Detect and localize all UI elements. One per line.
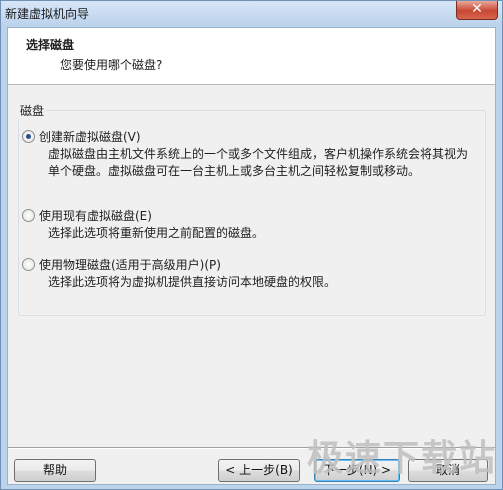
page-title: 选择磁盘 [26,38,75,52]
help-button[interactable]: 帮助 [14,459,96,482]
close-button[interactable]: ✕ [456,1,498,20]
wizard-window: 新建虚拟机向导 ✕ 选择磁盘 您要使用哪个磁盘? 磁盘 创建新虚拟磁盘(V) 虚… [0,0,503,490]
option-label-use-physical-disk[interactable]: 使用物理磁盘(适用于高级用户)(P) [39,256,221,273]
cancel-button[interactable]: 取消 [408,459,488,482]
radio-create-new-disk[interactable] [22,130,35,143]
radio-use-existing-disk[interactable] [22,209,35,222]
option-desc-create-new-disk: 虚拟磁盘由主机文件系统上的一个或多个文件组成，客户机操作系统会将其视为单个硬盘。… [48,147,469,178]
title-bar[interactable]: 新建虚拟机向导 ✕ [1,1,502,25]
radio-use-physical-disk[interactable] [22,258,35,271]
option-label-use-existing-disk[interactable]: 使用现有虚拟磁盘(E) [39,207,152,224]
dialog-body: 选择磁盘 您要使用哪个磁盘? 磁盘 创建新虚拟磁盘(V) 虚拟磁盘由主机文件系统… [7,27,496,485]
window-title: 新建虚拟机向导 [5,7,90,21]
wizard-header: 选择磁盘 您要使用哪个磁盘? [8,28,495,85]
footer-divider [8,447,495,449]
next-button[interactable]: 下一步(N) > [314,459,400,482]
groupbox-label: 磁盘 [18,102,47,119]
back-button[interactable]: < 上一步(B) [218,459,300,482]
option-desc-use-physical-disk: 选择此选项将为虚拟机提供直接访问本地硬盘的权限。 [48,275,337,289]
close-icon: ✕ [471,1,483,17]
option-label-create-new-disk[interactable]: 创建新虚拟磁盘(V) [39,128,141,145]
page-subtitle: 您要使用哪个磁盘? [60,58,163,72]
option-desc-use-existing-disk: 选择此选项将重新使用之前配置的磁盘。 [48,226,265,240]
